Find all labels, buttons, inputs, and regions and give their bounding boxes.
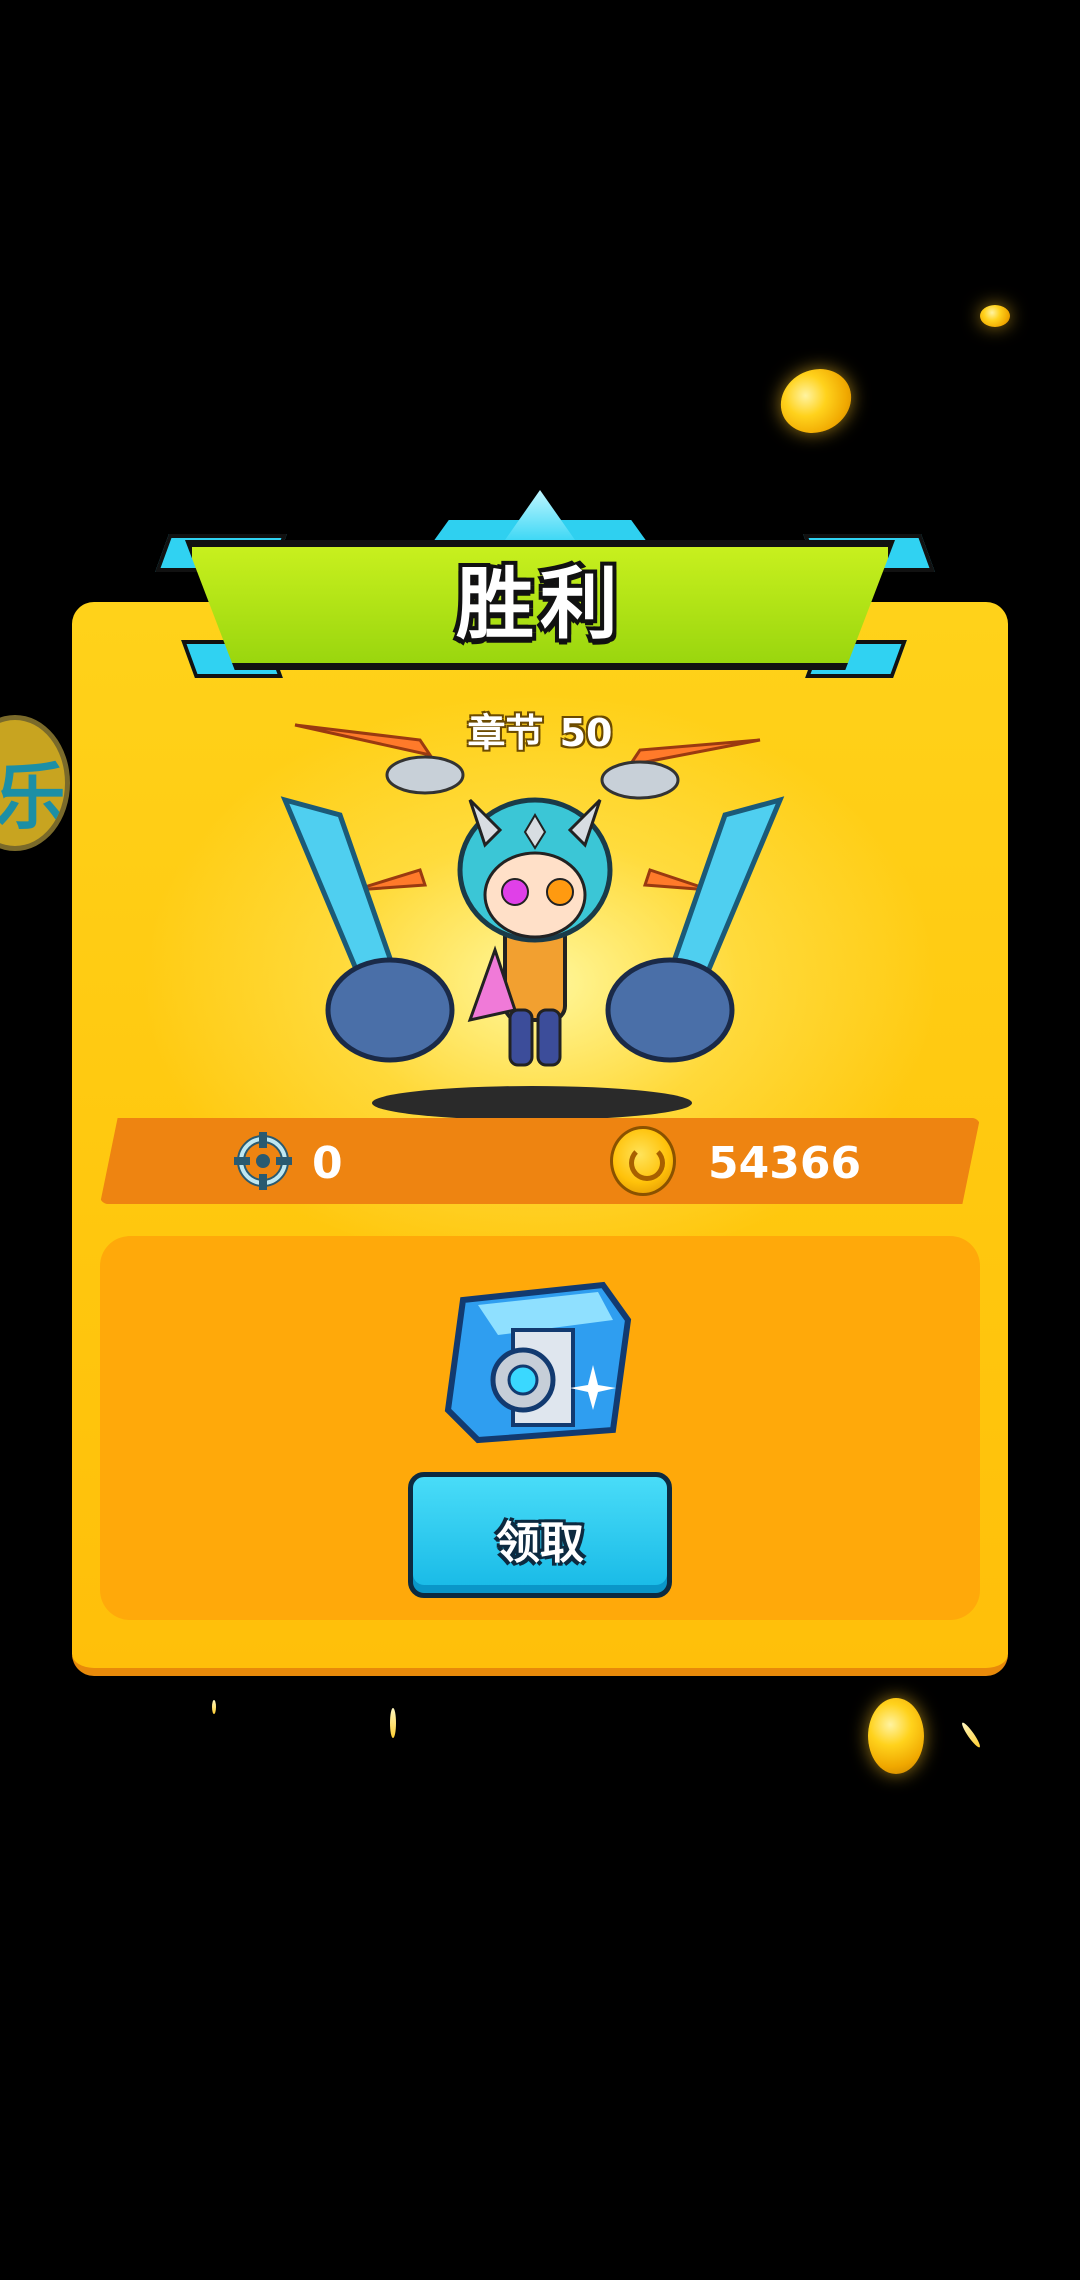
victory-banner: 胜利 — [150, 490, 935, 690]
gold-coin-icon — [610, 1126, 676, 1196]
sparkle — [212, 1700, 216, 1714]
target-icon — [234, 1132, 292, 1190]
page-title: 胜利 — [455, 560, 624, 650]
banner-gem — [505, 490, 575, 540]
sparkle — [959, 1720, 983, 1750]
treasure-chest-icon — [444, 1281, 632, 1444]
claim-button-label: 领取 — [496, 1518, 584, 1569]
floating-coin — [868, 1698, 924, 1774]
hero-character — [280, 723, 785, 1067]
claim-button[interactable]: 领取 — [408, 1472, 672, 1598]
floating-coin — [980, 305, 1010, 327]
sparkle — [390, 1708, 396, 1738]
floating-coin — [770, 357, 862, 445]
gold-value: 54366 — [708, 1138, 862, 1189]
kills-value: 0 — [312, 1138, 343, 1189]
